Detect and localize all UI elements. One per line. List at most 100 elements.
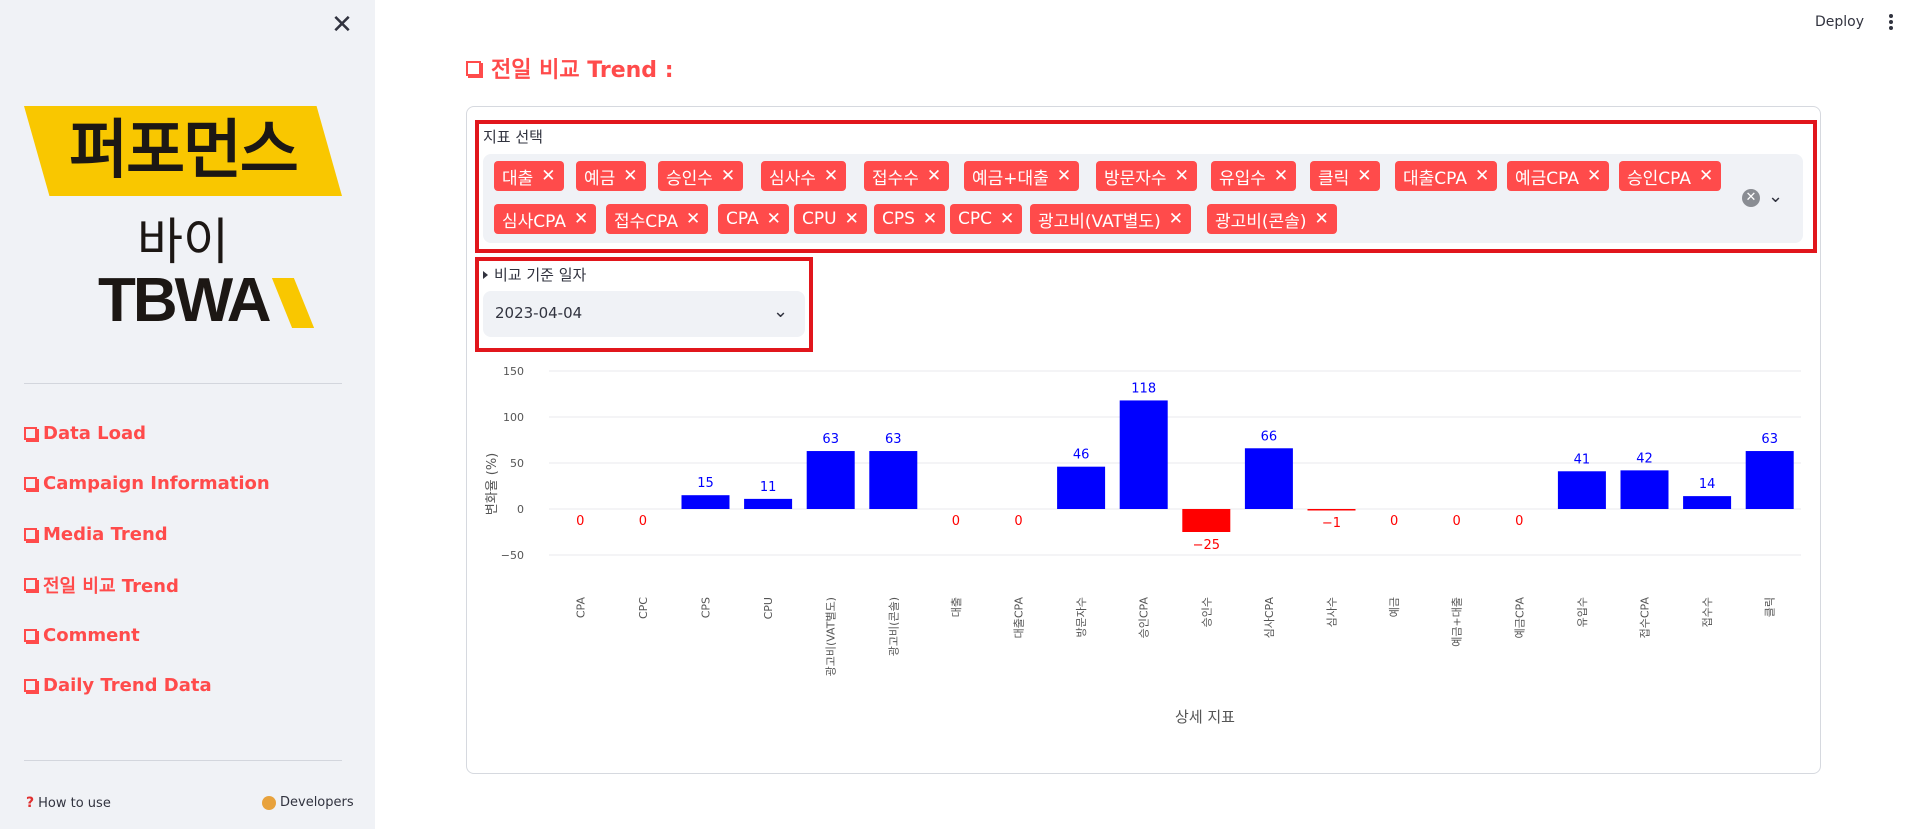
sidebar: ✕ 퍼포먼스 바이 TBWA Data Load Campaign Inform…	[0, 0, 375, 829]
chip-label: 대출	[502, 168, 534, 189]
data-label: 14	[1699, 477, 1716, 492]
nav-item-daily-compare-trend[interactable]: 전일 비교 Trend	[24, 572, 270, 598]
x-tick-label: CPC	[637, 597, 650, 619]
chip-remove-icon[interactable]: ✕	[824, 166, 838, 186]
x-tick-label: 심사CPA	[1263, 597, 1276, 639]
chip-remove-icon[interactable]: ✕	[845, 209, 859, 229]
sidebar-nav: Data Load Campaign Information Media Tre…	[24, 420, 270, 723]
chip-label: 광고비(콘솔)	[1215, 211, 1307, 232]
y-tick-label: 150	[503, 365, 524, 378]
question-mark-icon: ?	[26, 795, 35, 811]
date-select-label-text: 비교 기준 일자	[494, 266, 587, 284]
chip-remove-icon[interactable]: ✕	[721, 166, 735, 186]
chip-remove-icon[interactable]: ✕	[1169, 209, 1183, 229]
metric-chip: CPU ✕	[794, 204, 867, 234]
x-tick-label: 예금+대출	[1451, 597, 1464, 647]
data-label: 66	[1261, 429, 1278, 444]
deploy-button[interactable]: Deploy	[1815, 14, 1864, 30]
chip-remove-icon[interactable]: ✕	[623, 166, 637, 186]
chip-label: 접수수	[872, 168, 919, 189]
data-label: −25	[1193, 538, 1220, 553]
x-tick-label: CPA	[574, 597, 587, 619]
chip-label: 광고비(VAT별도)	[1038, 211, 1161, 232]
metric-chip: 광고비(VAT별도) ✕	[1030, 204, 1191, 234]
date-select[interactable]: 2023-04-04 ⌄	[483, 291, 805, 337]
chevron-down-icon[interactable]: ⌄	[1768, 186, 1783, 207]
bar	[1620, 470, 1669, 509]
chip-remove-icon[interactable]: ✕	[686, 209, 700, 229]
checkbox-square-icon	[24, 578, 37, 591]
logo: 퍼포먼스 바이 TBWA	[24, 106, 344, 336]
bar	[1307, 509, 1356, 511]
date-select-label: 비교 기준 일자	[483, 264, 586, 285]
chip-remove-icon[interactable]: ✕	[1475, 166, 1489, 186]
nav-item-media-trend[interactable]: Media Trend	[24, 521, 270, 547]
x-tick-label: 접수CPA	[1639, 597, 1652, 639]
how-to-use-link[interactable]: ? How to use	[26, 795, 111, 811]
y-tick-label: −50	[501, 549, 524, 562]
chip-label: 승인수	[666, 168, 713, 189]
chip-remove-icon[interactable]: ✕	[1357, 166, 1371, 186]
data-label: 0	[1515, 514, 1523, 529]
chip-remove-icon[interactable]: ✕	[1699, 166, 1713, 186]
data-label: 63	[885, 432, 902, 447]
checkbox-square-icon	[24, 679, 37, 692]
chip-label: 클릭	[1318, 168, 1350, 189]
metric-select-label: 지표 선택	[483, 128, 543, 146]
data-label: 0	[1390, 514, 1398, 529]
nav-item-comment[interactable]: Comment	[24, 622, 270, 648]
chip-label: 접수CPA	[614, 211, 678, 232]
nav-item-daily-trend-data[interactable]: Daily Trend Data	[24, 673, 270, 699]
chip-label: CPC	[958, 209, 992, 229]
y-tick-label: 0	[517, 503, 524, 516]
logo-by: 바이	[137, 213, 229, 271]
y-axis-label: 변화율 (%)	[485, 453, 500, 516]
metric-chip: CPC ✕	[950, 204, 1023, 234]
metric-chip: 접수CPA ✕	[606, 204, 709, 234]
chip-remove-icon[interactable]: ✕	[767, 209, 781, 229]
chip-remove-icon[interactable]: ✕	[574, 209, 588, 229]
chip-remove-icon[interactable]: ✕	[1057, 166, 1071, 186]
x-tick-label: 대출CPA	[1013, 597, 1026, 639]
sidebar-divider	[24, 383, 342, 384]
chip-remove-icon[interactable]: ✕	[923, 209, 937, 229]
how-to-use-label: How to use	[38, 795, 111, 811]
metric-multiselect[interactable]: 대출 ✕ 예금 ✕ 승인수 ✕ 심사수 ✕ 접수수 ✕ 예금+대출 ✕ 방문자수 ✕ 유입수 ✕…	[483, 154, 1803, 243]
chip-remove-icon[interactable]: ✕	[1000, 209, 1014, 229]
logo-brand: TBWA	[98, 266, 272, 335]
clear-all-icon[interactable]: ✕	[1742, 189, 1760, 207]
chip-remove-icon[interactable]: ✕	[541, 166, 555, 186]
bar	[869, 451, 918, 509]
chip-label: 예금+대출	[972, 168, 1049, 189]
x-tick-label: 유입수	[1576, 597, 1589, 627]
data-label: 0	[952, 514, 960, 529]
chip-label: 방문자수	[1104, 168, 1167, 189]
chip-label: 유입수	[1219, 168, 1266, 189]
x-tick-label: 접수수	[1701, 597, 1714, 627]
x-tick-label: CPU	[762, 597, 775, 619]
metric-chip: 예금CPA ✕	[1507, 161, 1610, 191]
chip-remove-icon[interactable]: ✕	[1587, 166, 1601, 186]
metric-chip: 승인CPA ✕	[1619, 161, 1722, 191]
x-tick-label: 예금	[1388, 597, 1401, 617]
x-tick-label: 승인CPA	[1138, 597, 1151, 639]
chip-remove-icon[interactable]: ✕	[1274, 166, 1288, 186]
nav-item-label: Data Load	[43, 422, 146, 444]
chip-remove-icon[interactable]: ✕	[1175, 166, 1189, 186]
page-title: 전일 비교 Trend :	[466, 52, 674, 84]
nav-item-data-load[interactable]: Data Load	[24, 420, 270, 446]
close-sidebar-button[interactable]: ✕	[329, 12, 355, 38]
chip-label: 승인CPA	[1627, 168, 1691, 189]
developers-link[interactable]: Developers	[262, 795, 354, 810]
x-axis-label: 상세 지표	[1175, 708, 1235, 726]
checkbox-square-icon	[24, 628, 37, 642]
page-title-text: 전일 비교 Trend :	[491, 58, 674, 83]
kebab-menu-icon[interactable]	[1886, 12, 1896, 34]
data-label: 15	[697, 476, 714, 491]
nav-item-campaign-information[interactable]: Campaign Information	[24, 471, 270, 497]
chip-remove-icon[interactable]: ✕	[1314, 209, 1328, 229]
chip-label: CPA	[726, 209, 759, 229]
metric-chip: 심사CPA ✕	[494, 204, 597, 234]
x-tick-label: 광고비(콘솔)	[887, 597, 900, 656]
chip-remove-icon[interactable]: ✕	[927, 166, 941, 186]
